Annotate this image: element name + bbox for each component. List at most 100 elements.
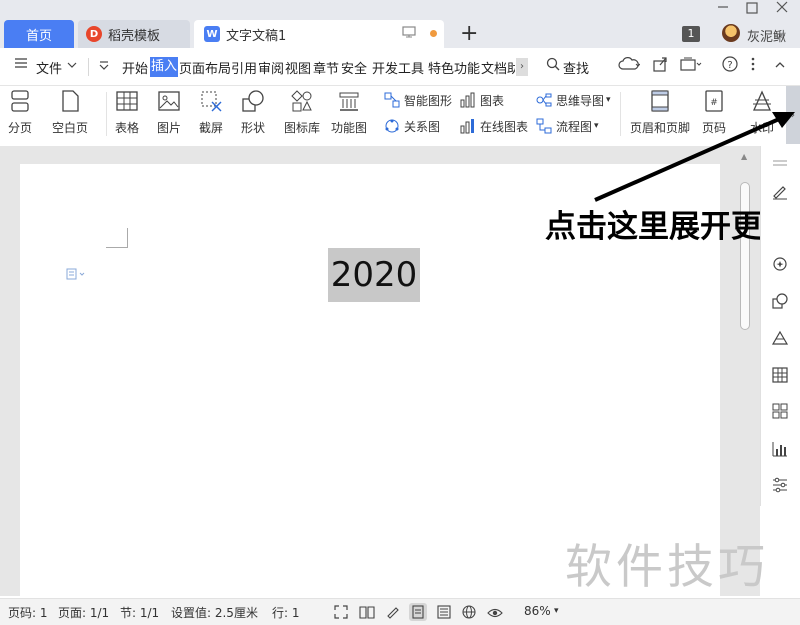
menu-tab-page-layout[interactable]: 页面布局 (179, 58, 231, 77)
minimize-button[interactable] (716, 0, 730, 18)
table-label: 表格 (115, 121, 140, 135)
menu-tab-features[interactable]: 特色功能 (428, 58, 480, 77)
table-button[interactable]: 表格 (115, 86, 139, 138)
web-view-icon[interactable] (460, 603, 478, 621)
menu-tab-review[interactable]: 审阅 (258, 58, 284, 77)
menu-tab-security[interactable]: 安全 (341, 58, 367, 77)
smart-shape-icon (384, 92, 400, 108)
menu-tab-view[interactable]: 视图 (285, 58, 311, 77)
avatar[interactable] (722, 24, 740, 42)
search-label[interactable]: 查找 (563, 58, 589, 77)
maximize-button[interactable] (746, 2, 758, 18)
status-line[interactable]: 行: 1 (272, 604, 300, 621)
grid-apps-icon[interactable] (769, 400, 791, 422)
outline-view-icon[interactable] (435, 603, 453, 621)
toolbox-icon[interactable] (680, 56, 702, 76)
page-view-icon[interactable] (409, 603, 427, 621)
table-icon (116, 91, 138, 111)
new-tab-button[interactable]: + (460, 22, 478, 46)
chart-label: 图表 (480, 93, 505, 108)
menu-tab-section[interactable]: 章节 (313, 58, 339, 77)
status-bar: 页码: 1 页面: 1/1 节: 1/1 设置值: 2.5厘米 行: 1 86%… (0, 598, 800, 625)
hamburger-icon[interactable] (14, 56, 28, 74)
chart-icon (460, 92, 475, 108)
menu-tab-start[interactable]: 开始 (122, 58, 148, 77)
fullscreen-icon[interactable] (332, 603, 350, 621)
tab-document[interactable]: W 文字文稿1 (194, 20, 444, 48)
online-chart-icon (460, 119, 474, 134)
function-chart-label: 功能图 (331, 121, 368, 135)
help-icon[interactable]: ? (722, 56, 738, 76)
share-icon[interactable] (652, 56, 668, 76)
screenshot-button[interactable]: 截屏 (199, 86, 223, 138)
zoom-dropdown-icon[interactable]: ▾ (554, 606, 559, 616)
mind-map-icon (536, 93, 552, 107)
menu-tab-doc-assistant[interactable]: 文档助 (481, 58, 515, 77)
relation-chart-label: 关系图 (404, 119, 441, 134)
icon-library-label: 图标库 (284, 121, 321, 135)
window-count-badge[interactable]: 1 (682, 26, 700, 42)
table-panel-icon[interactable] (769, 364, 791, 386)
search-icon[interactable] (546, 57, 560, 75)
tab-home[interactable]: 首页 (4, 20, 74, 48)
menu-tab-developer[interactable]: 开发工具 (372, 58, 424, 77)
docer-logo-icon: D (86, 26, 102, 42)
zoom-level[interactable]: 86% (524, 604, 551, 618)
chart-panel-icon[interactable] (769, 438, 791, 460)
menu-row: 文件 开始 插入 页面布局 引用 审阅 视图 章节 安全 开发工具 特色功能 文… (0, 48, 800, 86)
menu-more-arrow[interactable]: › (516, 58, 528, 76)
ribbon-divider (106, 92, 107, 136)
status-page-number[interactable]: 页码: 1 (8, 604, 48, 621)
write-mode-icon[interactable] (384, 603, 402, 621)
eye-protection-icon[interactable] (486, 603, 504, 621)
icon-library-button[interactable]: 图标库 (284, 86, 320, 138)
collapse-handle-icon[interactable] (769, 152, 791, 174)
menu-tab-reference[interactable]: 引用 (231, 58, 257, 77)
username[interactable]: 灰泥鳅 (747, 26, 786, 45)
status-pages[interactable]: 页面: 1/1 (58, 604, 109, 621)
shape-button[interactable]: 形状 (241, 86, 265, 138)
smart-shape-label: 智能图形 (404, 93, 453, 108)
site-watermark: 软件技巧 (565, 540, 769, 595)
blank-page-button[interactable]: 空白页 (52, 86, 88, 138)
relation-chart-button[interactable]: 关系图 (384, 116, 440, 136)
online-chart-button[interactable]: 在线图表 (460, 116, 528, 136)
status-setting[interactable]: 设置值: 2.5厘米 (171, 604, 258, 621)
file-menu[interactable]: 文件 (36, 58, 62, 77)
tab-docer[interactable]: D 稻壳模板 (78, 20, 190, 48)
page-break-label: 分页 (8, 121, 33, 135)
read-mode-icon[interactable] (358, 603, 376, 621)
chevron-down-icon[interactable] (66, 57, 78, 75)
settings-sliders-icon[interactable] (769, 474, 791, 496)
divider (88, 58, 89, 76)
function-chart-icon (339, 92, 359, 111)
menu-tab-insert[interactable]: 插入 (150, 57, 179, 77)
tab-bar: 首页 D 稻壳模板 W 文字文稿1 + 1 灰泥鳅 (0, 0, 800, 48)
flowchart-icon (536, 118, 552, 134)
smart-shape-button[interactable]: 智能图形 (384, 90, 452, 110)
screenshot-label: 截屏 (199, 121, 224, 135)
status-section[interactable]: 节: 1/1 (120, 604, 159, 621)
chart-button[interactable]: 图表 (460, 90, 504, 110)
close-button[interactable] (776, 1, 788, 17)
svg-text:?: ? (727, 60, 732, 71)
badge-award-icon[interactable] (769, 254, 791, 276)
monitor-icon[interactable] (402, 26, 416, 42)
function-chart-button[interactable]: 功能图 (331, 86, 367, 138)
picture-icon (158, 91, 180, 111)
collapse-ribbon-icon[interactable] (774, 57, 786, 75)
page-break-button[interactable]: 分页 (8, 86, 32, 138)
more-options-icon[interactable] (750, 56, 756, 76)
document-paste-icon[interactable] (66, 268, 86, 283)
picture-button[interactable]: 图片 (157, 86, 181, 138)
shape-icon (242, 90, 264, 112)
layers-icon[interactable] (769, 328, 791, 350)
picture-label: 图片 (157, 121, 182, 135)
writer-doc-icon: W (204, 26, 220, 42)
cloud-icon[interactable] (618, 56, 641, 76)
document-text-selected[interactable]: 2020 (328, 248, 420, 302)
tab-document-label: 文字文稿1 (226, 28, 287, 44)
pen-edit-icon[interactable] (769, 180, 791, 202)
quick-access-down-icon[interactable] (98, 57, 110, 75)
shapes-panel-icon[interactable] (769, 290, 791, 312)
